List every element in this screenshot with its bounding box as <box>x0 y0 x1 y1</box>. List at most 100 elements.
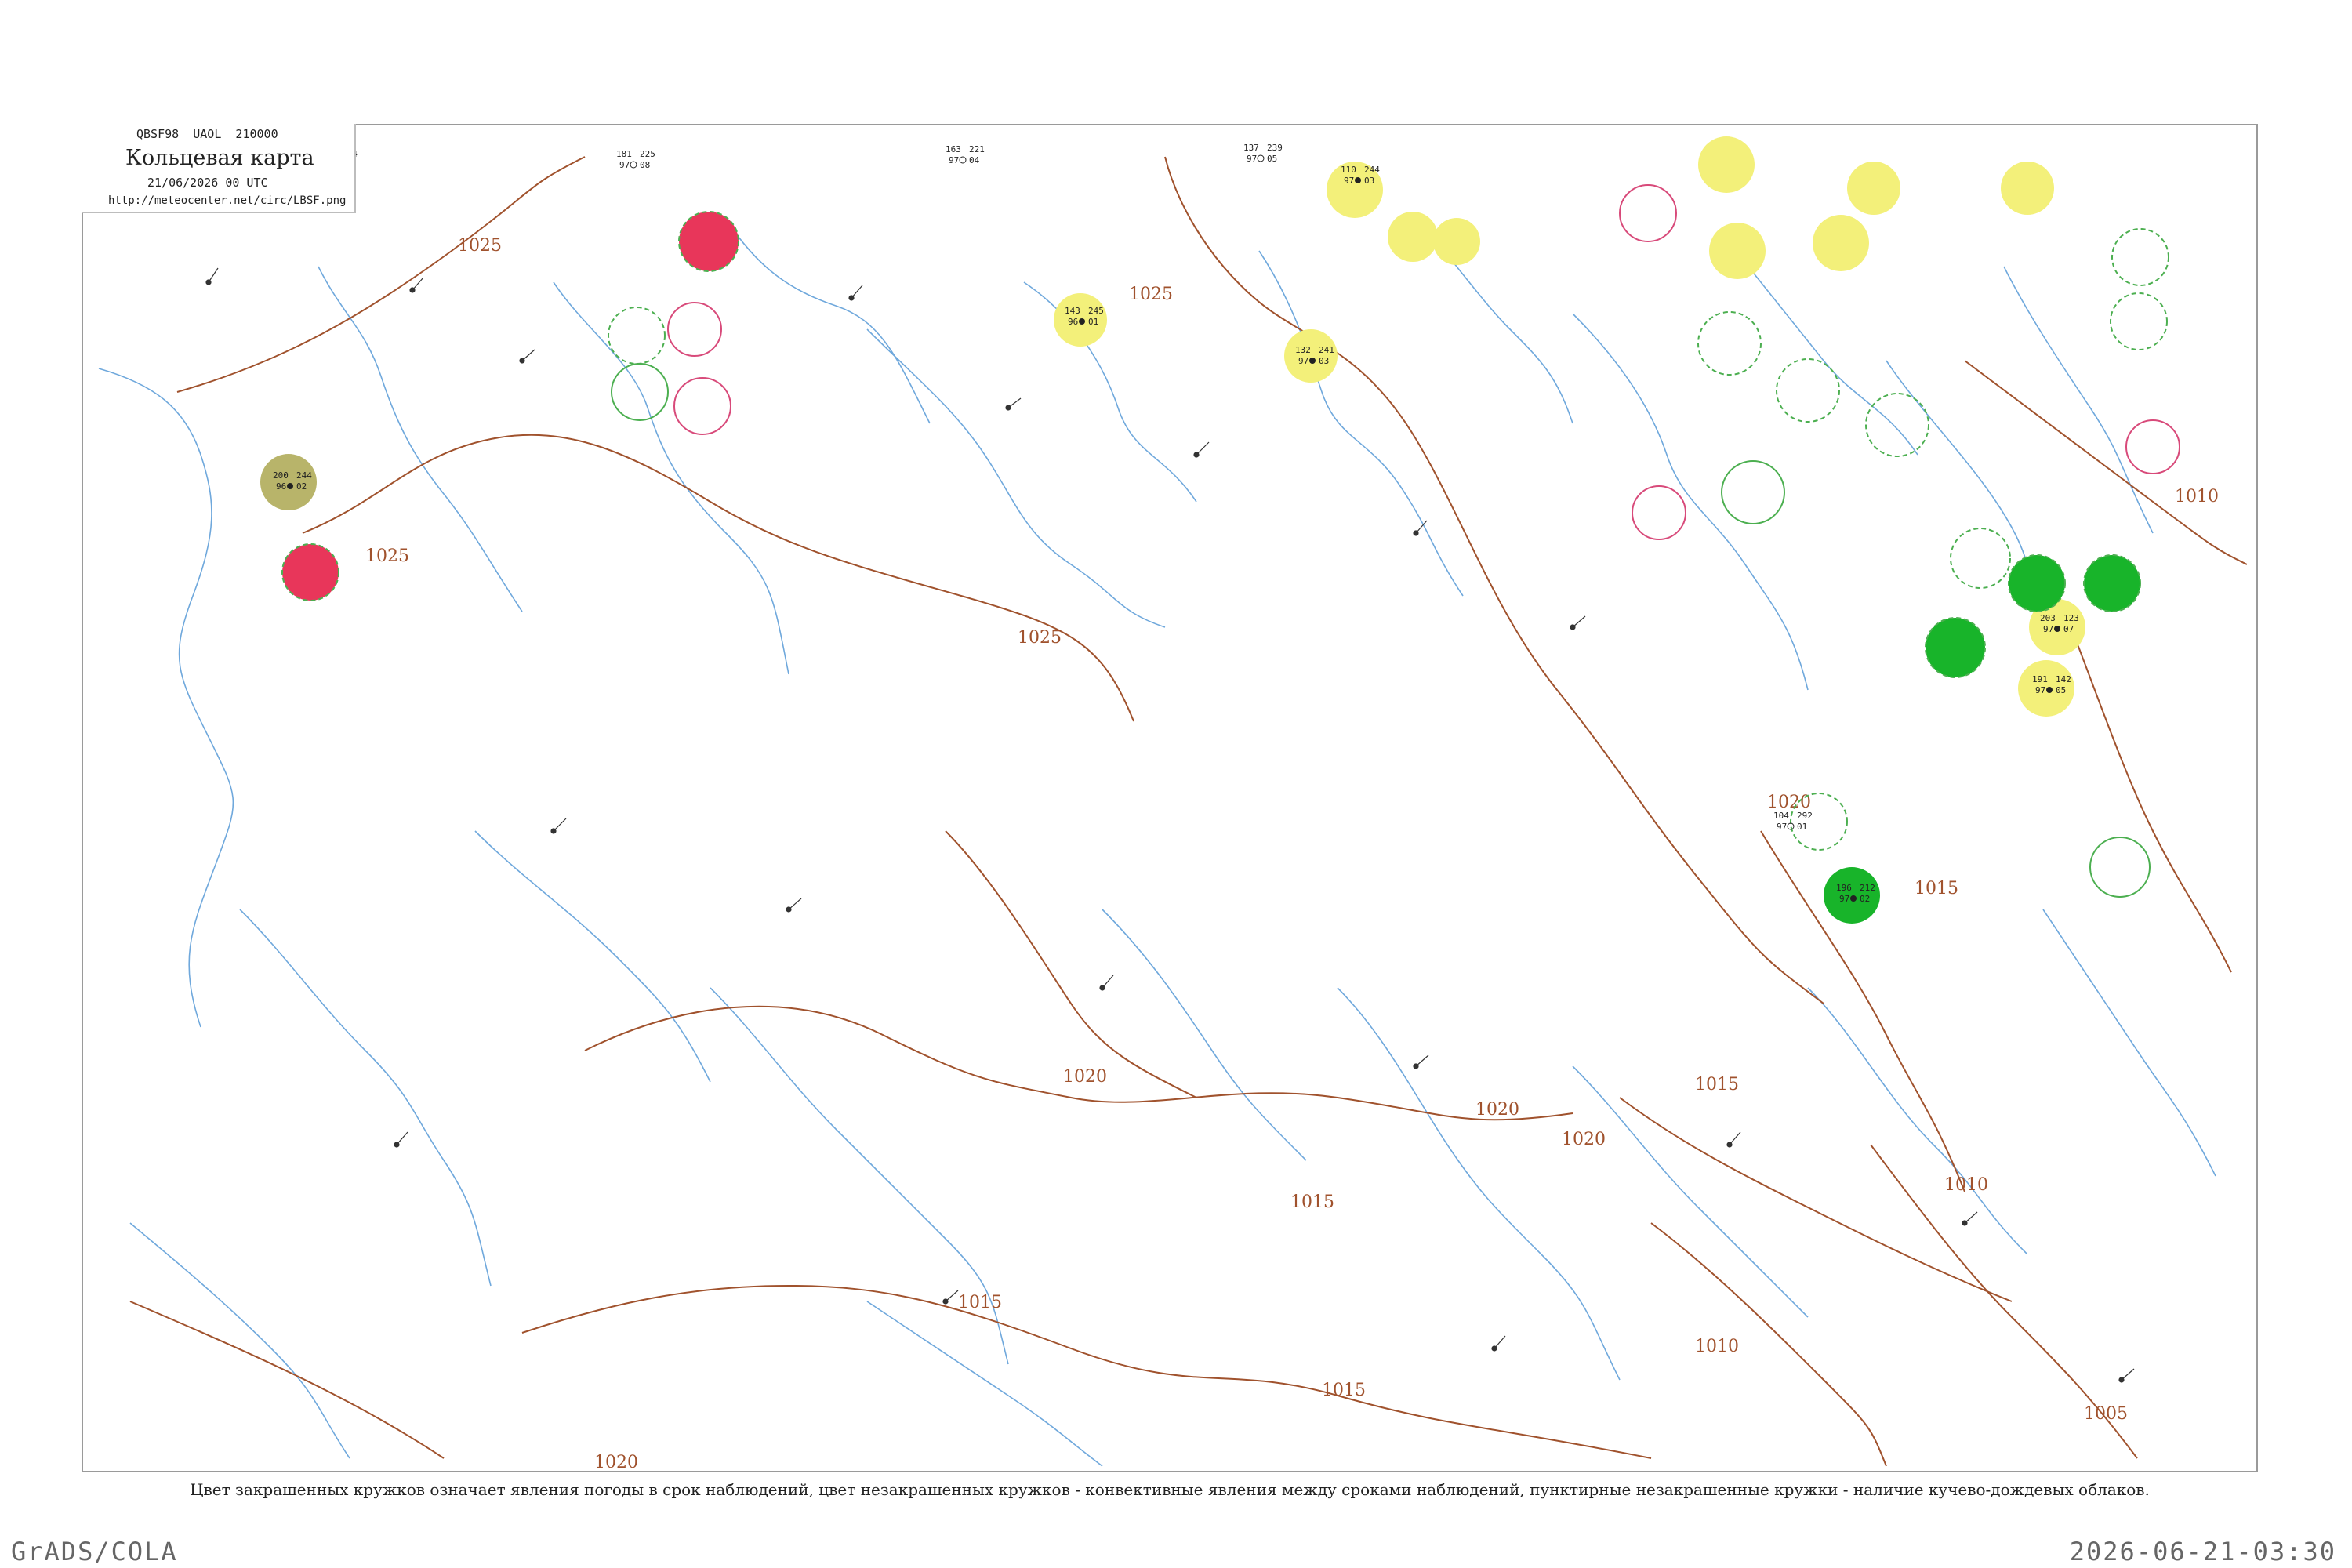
svg-text:01: 01 <box>1797 822 1807 832</box>
green-event-circle <box>2008 554 2066 612</box>
weather-map-page: 1025 1025 1025 1025 1020 1020 1020 1015 … <box>0 0 2352 1568</box>
station-readings: 210 224 97 13 163 221 97 04 137 239 97 <box>273 143 2079 904</box>
yellow-event-circle <box>1433 218 1480 265</box>
isobar-label: 1020 <box>1767 793 1811 812</box>
svg-text:07: 07 <box>2063 624 2074 634</box>
red-event-circle <box>678 211 739 272</box>
rivers-layer <box>98 219 2216 1467</box>
svg-text:97: 97 <box>1777 822 1787 832</box>
dashed-green-circle <box>2089 837 2151 898</box>
pink-outline-circle <box>1632 485 1686 540</box>
svg-text:239: 239 <box>1267 143 1283 153</box>
dashed-green-circle <box>608 307 666 365</box>
yellow-event-circle <box>2001 162 2054 215</box>
dashed-green-circle <box>1950 528 2011 589</box>
isobar-label: 1020 <box>1475 1100 1519 1120</box>
pink-outline-circle <box>667 302 722 357</box>
svg-text:212: 212 <box>1860 883 1875 893</box>
svg-text:03: 03 <box>1319 356 1329 366</box>
svg-text:04: 04 <box>969 155 980 165</box>
green-event-circle <box>1925 617 1986 678</box>
isobar-label: 1025 <box>365 546 409 566</box>
map-title-box: QBSF98 UAOL 210000 Кольцевая карта 21/06… <box>82 124 356 213</box>
dashed-green-circle <box>2111 228 2169 286</box>
isobar-label: 1010 <box>1944 1175 1988 1195</box>
svg-text:244: 244 <box>1364 165 1380 175</box>
svg-text:123: 123 <box>2063 613 2079 623</box>
svg-text:181: 181 <box>616 149 632 159</box>
svg-text:104: 104 <box>1773 811 1789 821</box>
isobar-label: 1015 <box>1915 879 1958 898</box>
isobar-label: 1025 <box>458 236 502 256</box>
isobar-label: 1015 <box>1695 1075 1739 1094</box>
svg-text:245: 245 <box>1088 306 1104 316</box>
isobar-label: 1015 <box>1290 1192 1334 1212</box>
synoptic-map: 1025 1025 1025 1025 1020 1020 1020 1015 … <box>98 125 2248 1472</box>
isobar-label: 1005 <box>2084 1404 2128 1424</box>
footer-source: GrADS/COLA <box>11 1537 178 1566</box>
svg-text:97: 97 <box>1298 356 1308 366</box>
map-date: 21/06/2026 00 UTC <box>147 176 268 190</box>
event-circles <box>143 125 2180 924</box>
svg-text:03: 03 <box>1364 176 1374 186</box>
svg-text:97: 97 <box>619 160 630 170</box>
svg-text:132: 132 <box>1295 345 1311 355</box>
svg-text:97: 97 <box>1344 176 1354 186</box>
svg-text:137: 137 <box>1243 143 1259 153</box>
dashed-green-circle <box>611 363 669 421</box>
map-title: Кольцевая карта <box>125 146 314 170</box>
svg-text:05: 05 <box>2056 685 2066 695</box>
dashed-green-circle <box>1865 393 1929 457</box>
isobar-label: 1020 <box>1063 1067 1107 1087</box>
svg-text:200: 200 <box>273 470 289 481</box>
isobar-label: 1010 <box>1695 1337 1739 1356</box>
bulletin-code: QBSF98 UAOL 210000 <box>136 127 278 141</box>
svg-text:163: 163 <box>946 144 961 154</box>
svg-text:97: 97 <box>2035 685 2045 695</box>
olive-event-circle <box>260 454 317 510</box>
svg-text:221: 221 <box>969 144 985 154</box>
svg-text:08: 08 <box>640 160 650 170</box>
yellow-event-circle <box>1813 215 1869 271</box>
svg-text:142: 142 <box>2056 674 2071 684</box>
svg-text:191: 191 <box>2032 674 2048 684</box>
dashed-green-circle <box>2110 292 2168 350</box>
pink-outline-circle <box>1619 184 1677 242</box>
svg-text:110: 110 <box>1341 165 1356 175</box>
svg-text:05: 05 <box>1267 154 1277 164</box>
isobar-label: 1015 <box>1322 1381 1366 1400</box>
svg-text:244: 244 <box>296 470 312 481</box>
yellow-event-circle <box>1284 329 1338 383</box>
yellow-event-circle <box>1709 223 1766 279</box>
svg-text:96: 96 <box>1068 317 1078 327</box>
green-event-circle <box>2083 554 2141 612</box>
pink-outline-circle <box>2125 419 2180 474</box>
svg-text:225: 225 <box>640 149 655 159</box>
svg-text:02: 02 <box>296 481 307 492</box>
map-frame: 1025 1025 1025 1025 1020 1020 1020 1015 … <box>82 124 2258 1472</box>
map-caption: Цвет закрашенных кружков означает явлени… <box>190 1480 2150 1499</box>
map-url[interactable]: http://meteocenter.net/circ/LBSF.png <box>108 194 346 207</box>
svg-text:97: 97 <box>949 155 959 165</box>
svg-text:01: 01 <box>1088 317 1098 327</box>
station: 181 225 97 08 <box>616 149 655 170</box>
footer-timestamp: 2026-06-21-03:30 <box>2069 1537 2336 1566</box>
isobar-label: 1020 <box>1562 1130 1606 1149</box>
svg-text:97: 97 <box>1839 894 1849 904</box>
isobar-label: 1025 <box>1129 285 1173 304</box>
station: 137 239 97 05 <box>1243 143 1283 164</box>
station: 163 221 97 04 <box>946 144 985 165</box>
isobar-label: 1020 <box>594 1453 638 1472</box>
svg-text:97: 97 <box>1247 154 1257 164</box>
station: 104 292 97 01 <box>1773 811 1813 832</box>
isobar-label: 1025 <box>1018 628 1062 648</box>
green-event-circle <box>1824 867 1880 924</box>
isobars-layer <box>129 156 2248 1467</box>
svg-text:02: 02 <box>1860 894 1870 904</box>
dashed-green-circle <box>1721 460 1785 524</box>
red-event-circle <box>281 543 339 601</box>
yellow-event-circle <box>1388 212 1438 262</box>
svg-text:196: 196 <box>1836 883 1852 893</box>
yellow-event-circle <box>1698 136 1755 193</box>
dashed-green-circle <box>1697 311 1762 376</box>
